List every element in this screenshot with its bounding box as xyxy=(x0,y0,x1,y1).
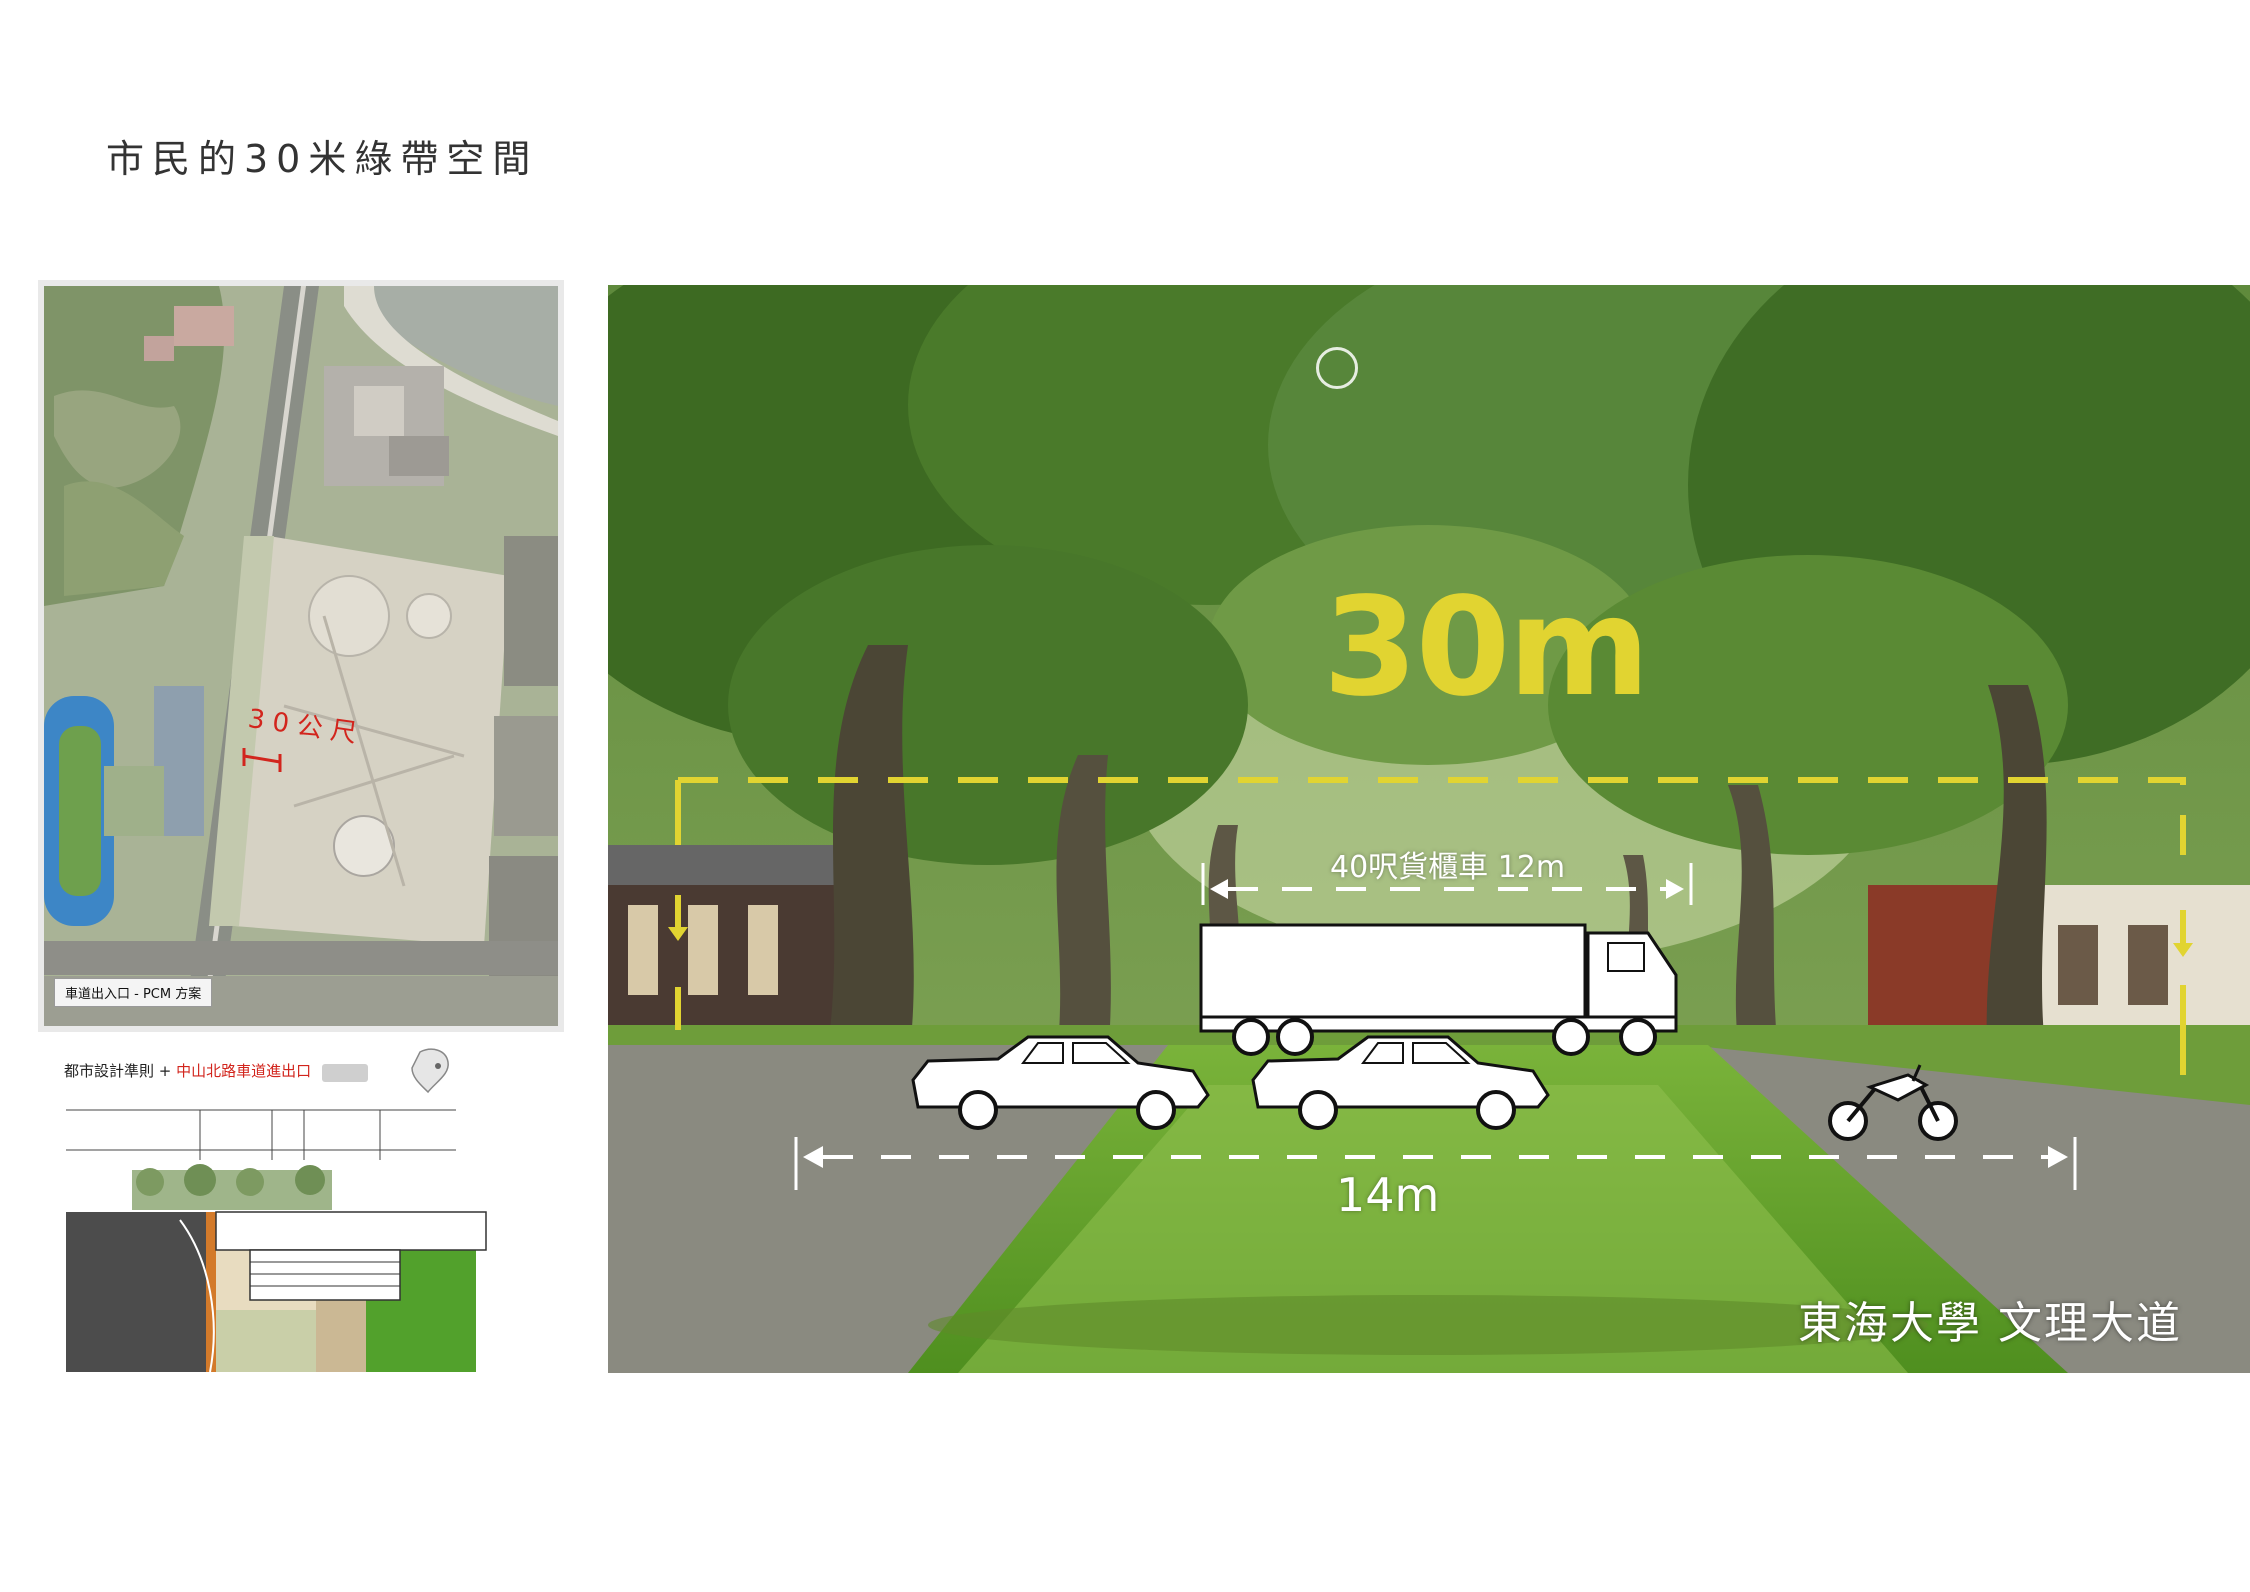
photo-caption: 東海大學 文理大道 xyxy=(1798,1298,2182,1349)
aerial-map: 30公尺 車道出入口 - PCM 方案 xyxy=(38,280,564,1032)
green-belt-width-label: 30m xyxy=(1323,569,1650,727)
truck-length-label: 40呎貨櫃車 12m xyxy=(1330,850,1566,885)
map-caption: 車道出入口 - PCM 方案 xyxy=(54,978,213,1007)
page-title: 市民的30米綠帶空間 xyxy=(106,137,539,181)
section-drawing: 都市設計準則 + 中山北路車道進出口 xyxy=(60,1040,580,1380)
section-plan-graphic xyxy=(66,1048,487,1373)
avenue-photo: 30m 40呎貨櫃車 12m 14m 東海大學 文理大道 xyxy=(608,285,2250,1373)
watermark-logo-icon xyxy=(1316,347,1358,389)
road-width-label: 14m xyxy=(1336,1168,1440,1222)
aerial-map-graphic xyxy=(44,286,558,1026)
